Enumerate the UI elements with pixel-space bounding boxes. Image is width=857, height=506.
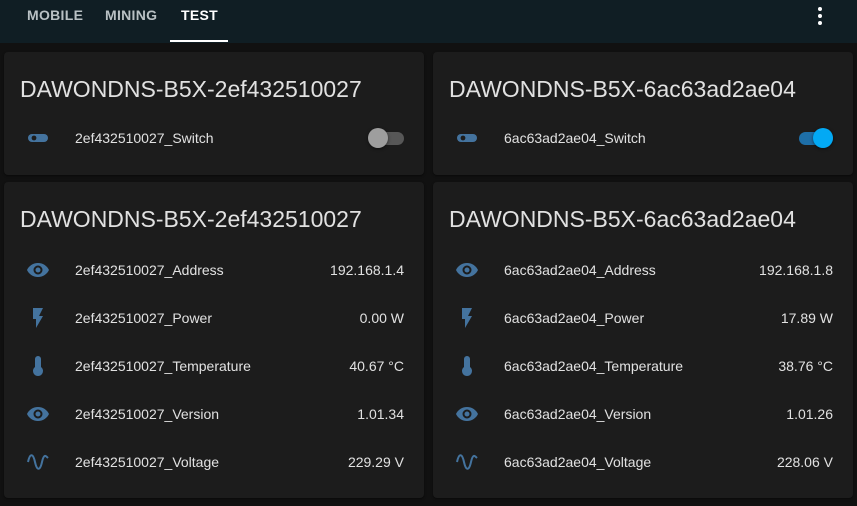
entity-name: 2ef432510027_Address <box>75 262 224 278</box>
eye-icon <box>27 263 49 277</box>
entity-name: 2ef432510027_Version <box>75 406 220 422</box>
sine-wave-icon <box>456 454 478 470</box>
entity-row-power[interactable]: 6ac63ad2ae04_Power 17.89 W <box>433 298 853 338</box>
sensor-card-2ef432510027: DAWONDNS-B5X-2ef432510027 2ef432510027_A… <box>4 182 424 498</box>
top-tab-bar: MOBILE MINING TEST <box>0 0 857 43</box>
active-tab-indicator <box>170 40 228 42</box>
entity-name: 2ef432510027_Power <box>75 310 213 326</box>
entity-row-version[interactable]: 2ef432510027_Version 1.01.34 <box>4 394 424 434</box>
thermometer-icon <box>33 356 43 376</box>
toggle-switch-icon <box>28 134 48 142</box>
entity-value: 17.89 W <box>780 310 833 326</box>
entity-row-power[interactable]: 2ef432510027_Power 0.00 W <box>4 298 424 338</box>
entity-value: 228.06 V <box>776 454 833 470</box>
switch-card-2ef432510027: DAWONDNS-B5X-2ef432510027 2ef432510027_S… <box>4 52 424 175</box>
entity-row-switch[interactable]: 6ac63ad2ae04_Switch <box>433 118 853 158</box>
tab-mobile[interactable]: MOBILE <box>27 0 83 43</box>
entity-value: 1.01.26 <box>786 406 833 422</box>
entity-row-voltage[interactable]: 6ac63ad2ae04_Voltage 228.06 V <box>433 442 853 482</box>
sensor-card-6ac63ad2ae04: DAWONDNS-B5X-6ac63ad2ae04 6ac63ad2ae04_A… <box>433 182 853 498</box>
flash-icon <box>33 308 43 328</box>
entity-name: 6ac63ad2ae04_Temperature <box>504 358 684 374</box>
entity-value: 40.67 °C <box>349 358 404 374</box>
entity-value: 38.76 °C <box>778 358 833 374</box>
card-title: DAWONDNS-B5X-6ac63ad2ae04 <box>449 76 796 102</box>
switch-card-6ac63ad2ae04: DAWONDNS-B5X-6ac63ad2ae04 6ac63ad2ae04_S… <box>433 52 853 175</box>
entity-row-voltage[interactable]: 2ef432510027_Voltage 229.29 V <box>4 442 424 482</box>
card-title: DAWONDNS-B5X-6ac63ad2ae04 <box>449 206 796 232</box>
toggle-switch-icon <box>457 134 477 142</box>
tab-test[interactable]: TEST <box>181 0 218 43</box>
card-title: DAWONDNS-B5X-2ef432510027 <box>20 206 362 232</box>
thermometer-icon <box>462 356 472 376</box>
entity-row-address[interactable]: 2ef432510027_Address 192.168.1.4 <box>4 250 424 290</box>
entity-value: 0.00 W <box>359 310 404 326</box>
entity-name: 2ef432510027_Switch <box>75 130 214 146</box>
flash-icon <box>462 308 472 328</box>
entity-row-temperature[interactable]: 2ef432510027_Temperature 40.67 °C <box>4 346 424 386</box>
entity-name: 6ac63ad2ae04_Power <box>504 310 645 326</box>
overflow-menu-icon[interactable] <box>808 4 832 28</box>
entity-value: 192.168.1.4 <box>330 262 404 278</box>
entity-row-temperature[interactable]: 6ac63ad2ae04_Temperature 38.76 °C <box>433 346 853 386</box>
entity-name: 2ef432510027_Temperature <box>75 358 251 374</box>
switch-toggle[interactable] <box>368 128 404 148</box>
entity-value: 1.01.34 <box>357 406 404 422</box>
entity-row-switch[interactable]: 2ef432510027_Switch <box>4 118 424 158</box>
tab-mining[interactable]: MINING <box>105 0 157 43</box>
entity-name: 6ac63ad2ae04_Version <box>504 406 652 422</box>
eye-icon <box>456 263 478 277</box>
entity-name: 6ac63ad2ae04_Address <box>504 262 656 278</box>
switch-toggle[interactable] <box>797 128 833 148</box>
entity-value: 192.168.1.8 <box>759 262 833 278</box>
eye-icon <box>456 407 478 421</box>
entity-name: 6ac63ad2ae04_Voltage <box>504 454 652 470</box>
card-title: DAWONDNS-B5X-2ef432510027 <box>20 76 362 102</box>
eye-icon <box>27 407 49 421</box>
sine-wave-icon <box>27 454 49 470</box>
entity-name: 2ef432510027_Voltage <box>75 454 220 470</box>
entity-value: 229.29 V <box>347 454 404 470</box>
entity-name: 6ac63ad2ae04_Switch <box>504 130 646 146</box>
entity-row-version[interactable]: 6ac63ad2ae04_Version 1.01.26 <box>433 394 853 434</box>
entity-row-address[interactable]: 6ac63ad2ae04_Address 192.168.1.8 <box>433 250 853 290</box>
